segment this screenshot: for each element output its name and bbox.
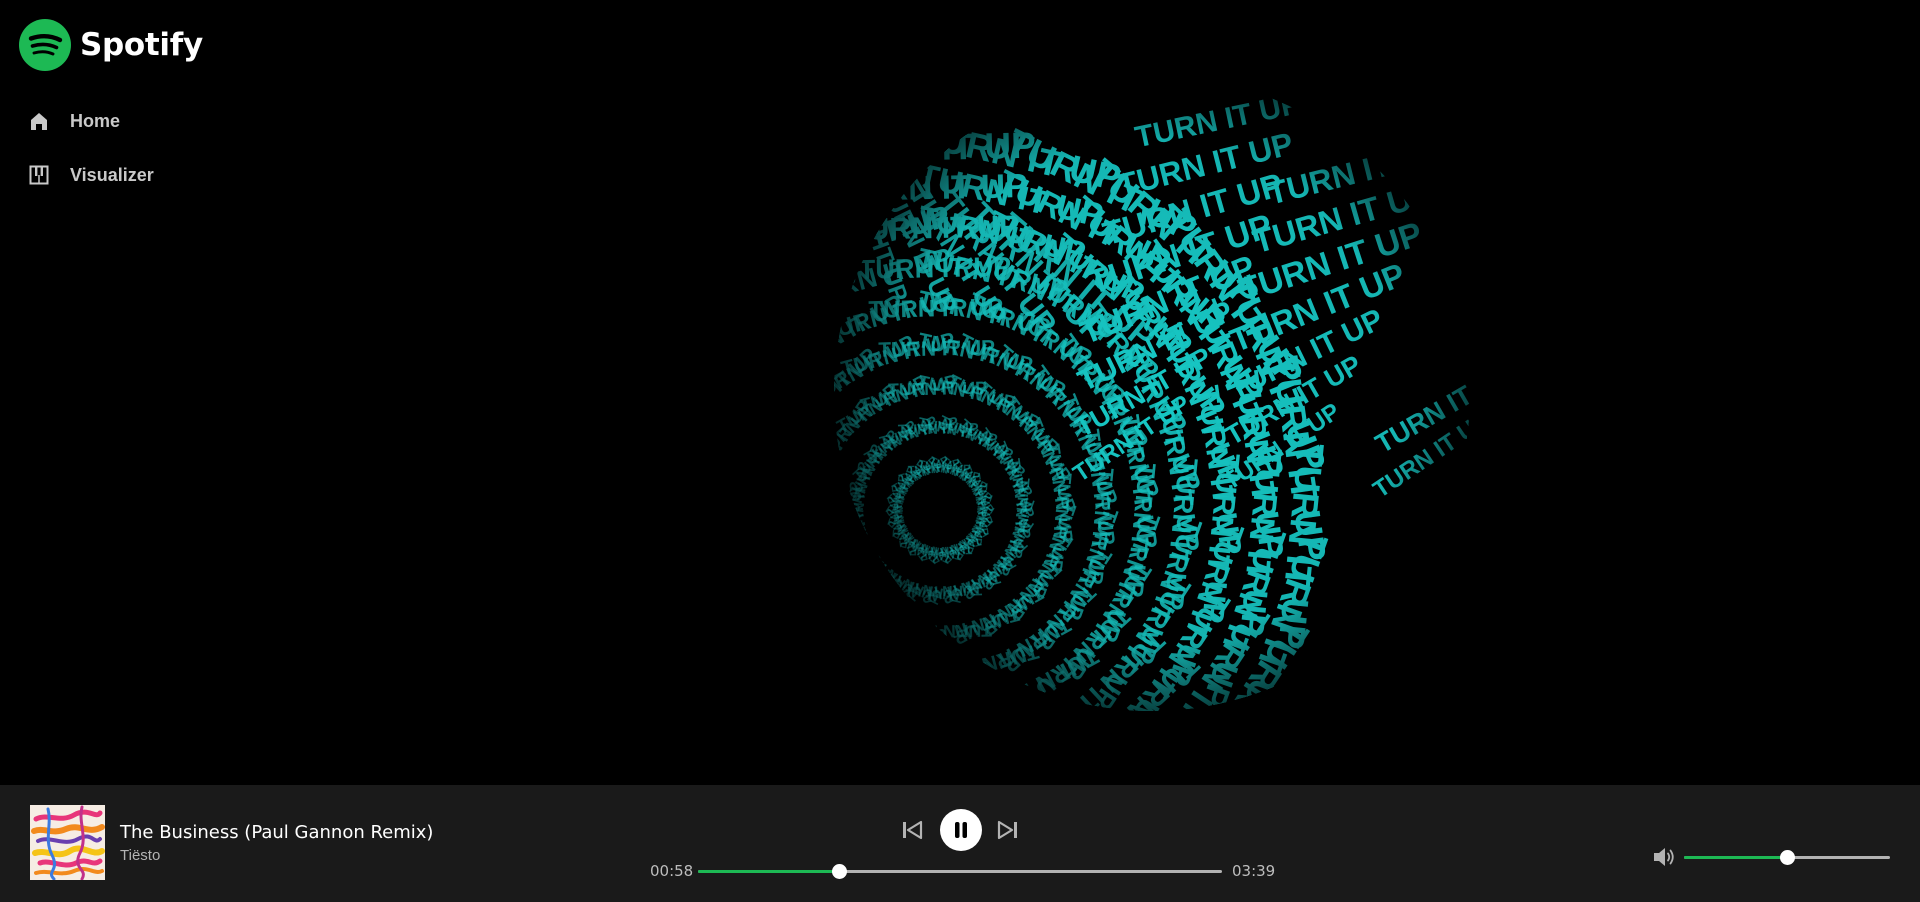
volume-icon [1654,848,1674,866]
sidebar-item-label: Visualizer [70,164,154,185]
home-icon [28,110,50,132]
pause-icon [955,822,967,838]
sidebar-item-visualizer[interactable]: Visualizer [28,160,154,190]
app-root: Spotify Home Visualizer TURN IT UP TURN … [0,0,1920,902]
progress-fill [698,870,840,873]
track-title[interactable]: The Business (Paul Gannon Remix) [120,822,433,843]
volume-button[interactable] [1652,845,1678,869]
playback-controls [900,809,1020,851]
track-artist[interactable]: Tiësto [120,847,433,864]
sidebar-nav: Home Visualizer [28,106,154,214]
sidebar: Spotify Home Visualizer [0,0,260,785]
sidebar-item-home[interactable]: Home [28,106,154,136]
current-time: 00:58 [650,862,694,880]
volume-fill [1684,856,1787,859]
app-name: Spotify [80,27,203,63]
album-art[interactable] [30,805,105,880]
spotify-logo-icon [19,19,71,71]
volume-handle[interactable] [1780,850,1795,865]
previous-button[interactable] [900,818,924,842]
volume-slider[interactable] [1684,850,1890,865]
progress-handle[interactable] [832,864,848,879]
player-bar: The Business (Paul Gannon Remix) Tiësto [0,785,1920,902]
now-playing: The Business (Paul Gannon Remix) Tiësto [30,805,433,880]
next-button[interactable] [996,818,1020,842]
piano-icon [28,164,50,186]
skip-next-icon [997,820,1017,840]
visualizer-canvas: TURN IT UP TURN IT UP TURN IT UP TURN IT UP… [800,40,1520,760]
pause-button[interactable] [940,809,982,851]
skip-previous-icon [903,820,923,840]
track-info: The Business (Paul Gannon Remix) Tiësto [120,822,433,864]
total-time: 03:39 [1232,862,1276,880]
progress-bar[interactable] [698,864,1222,879]
sidebar-item-label: Home [70,110,121,131]
volume-control [1652,845,1892,869]
text-sphere: TURN IT UPTURN IT UPTURN IT UPTURN IT UP… [834,75,1470,711]
playback-progress: 00:58 03:39 [640,861,1280,881]
spotify-logo[interactable]: Spotify [19,19,203,71]
